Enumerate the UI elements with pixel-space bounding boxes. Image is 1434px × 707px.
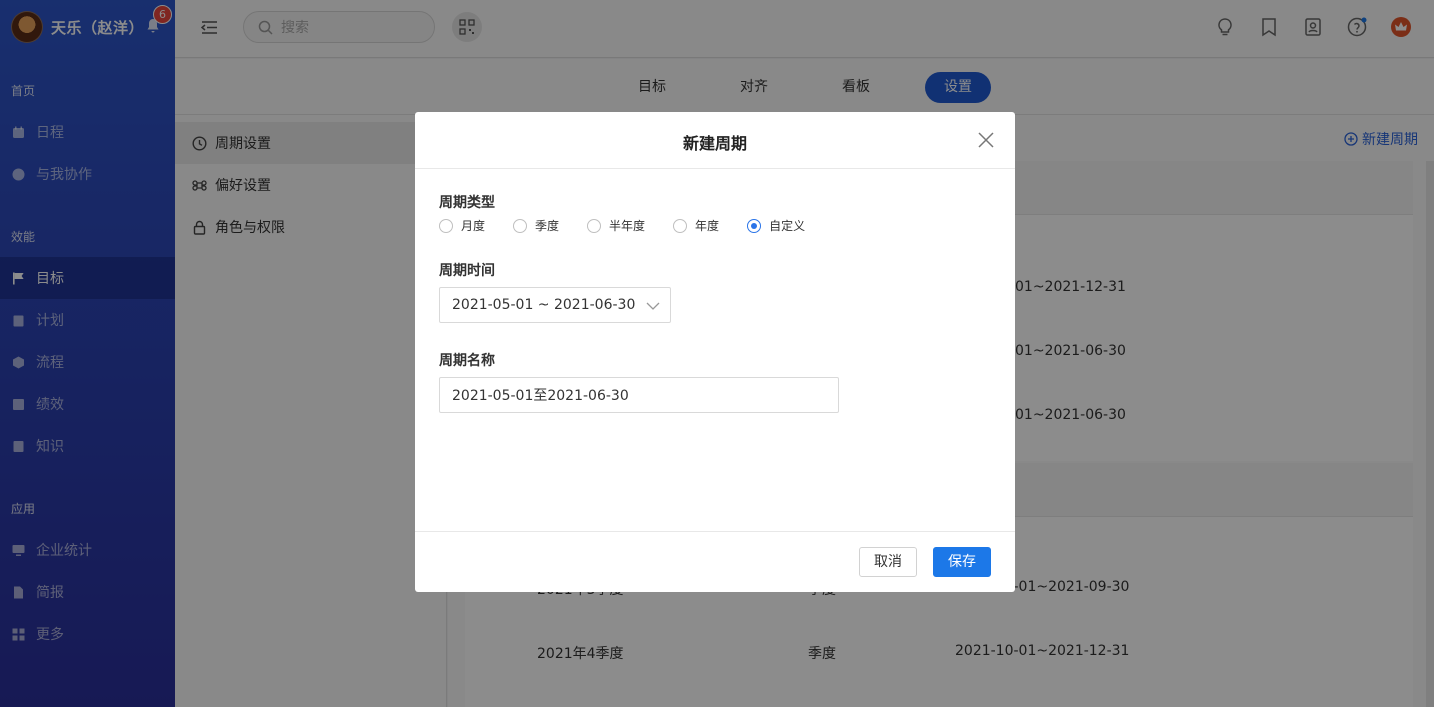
period-name-input[interactable] — [439, 377, 839, 413]
dialog-footer: 取消 保存 — [415, 531, 1015, 592]
radio-label: 年度 — [695, 219, 720, 233]
date-range-picker[interactable]: 2021-05-01 ~ 2021-06-30 — [439, 287, 671, 323]
radio-circle[interactable] — [587, 218, 602, 233]
radio-label: 季度 — [535, 219, 560, 233]
radio-circle[interactable] — [747, 218, 762, 233]
date-range-value: 2021-05-01 ~ 2021-06-30 — [452, 297, 636, 313]
radio-circle[interactable] — [513, 218, 528, 233]
period-time-label: 周期时间 — [439, 263, 495, 279]
dialog-header: 新建周期 — [415, 112, 1015, 169]
save-button[interactable]: 保存 — [933, 547, 991, 577]
period-type-label: 周期类型 — [439, 195, 495, 211]
radio-label: 自定义 — [769, 219, 806, 233]
radio-quarterly[interactable]: 季度 — [513, 217, 559, 234]
radio-label: 月度 — [461, 219, 486, 233]
period-type-radio-group: 月度 季度 半年度 年度 自定义 — [439, 217, 833, 234]
close-icon[interactable] — [977, 131, 995, 149]
radio-circle[interactable] — [439, 218, 453, 233]
cancel-button[interactable]: 取消 — [859, 547, 917, 577]
dialog-title: 新建周期 — [682, 134, 747, 153]
new-period-dialog: 新建周期 周期类型 月度 季度 半年度 年度 自定义 周期时间 2021-05-… — [415, 112, 1015, 592]
radio-circle[interactable] — [673, 218, 688, 233]
radio-monthly[interactable]: 月度 — [439, 217, 485, 234]
radio-label: 半年度 — [609, 219, 646, 233]
radio-yearly[interactable]: 年度 — [673, 217, 719, 234]
radio-half-year[interactable]: 半年度 — [587, 217, 645, 234]
radio-custom[interactable]: 自定义 — [747, 217, 805, 234]
chevron-down-icon — [646, 302, 660, 310]
period-name-label: 周期名称 — [439, 353, 495, 369]
